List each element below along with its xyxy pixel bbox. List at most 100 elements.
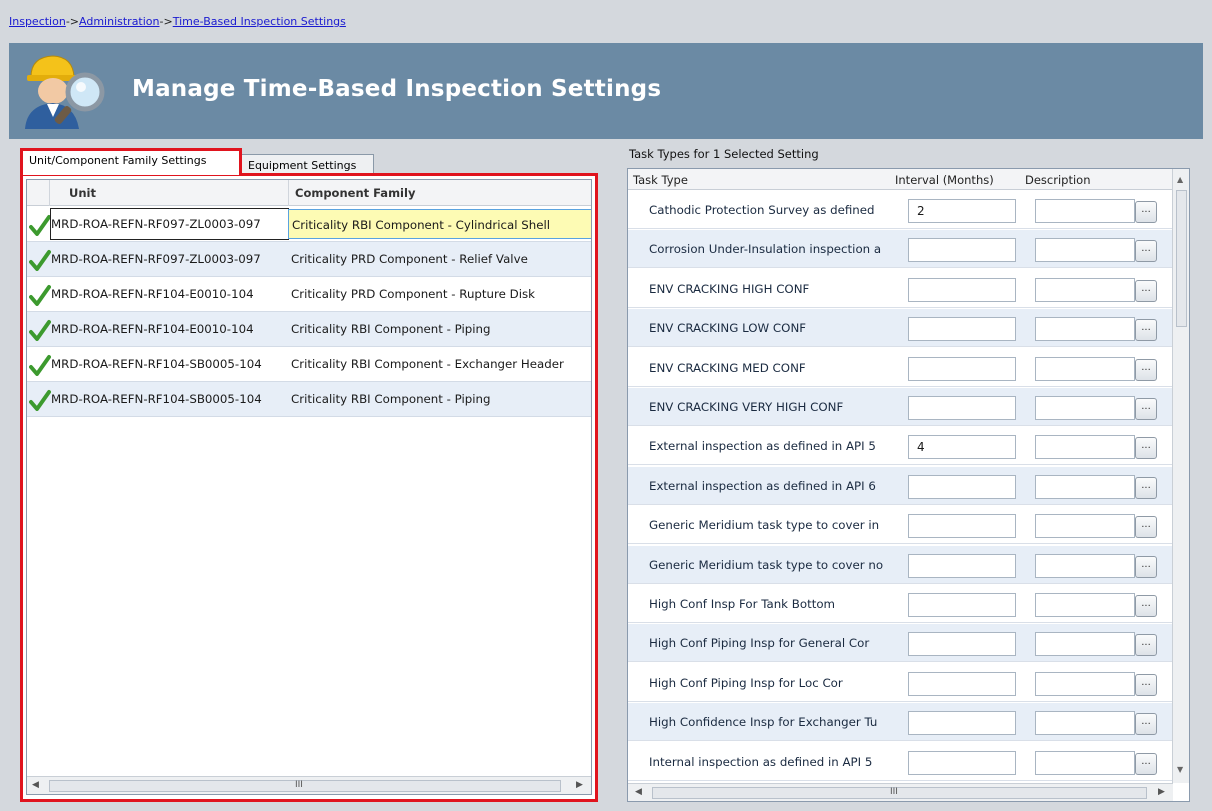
description-input[interactable] [1035,238,1135,263]
table-row[interactable]: MRD-ROA-REFN-RF097-ZL0003-097 Criticality… [27,242,591,277]
scrollbar-thumb[interactable]: III [49,780,561,792]
vertical-scrollbar[interactable]: ▲ ▼ [1172,169,1189,783]
table-row: Cathodic Protection Survey as defined 2..… [628,191,1173,229]
cell-component-family[interactable]: Criticality PRD Component - Relief Valve [288,244,591,274]
breadcrumb-link-administration[interactable]: Administration [79,15,160,28]
table-row[interactable]: MRD-ROA-REFN-RF097-ZL0003-097 Criticality… [27,207,591,242]
interval-input[interactable]: 4 [908,435,1016,460]
table-row[interactable]: MRD-ROA-REFN-RF104-E0010-104 Criticality … [27,277,591,312]
interval-input[interactable] [908,711,1016,736]
cell-unit[interactable]: MRD-ROA-REFN-RF104-E0010-104 [51,314,288,344]
tab-equipment-settings[interactable]: Equipment Settings [241,154,374,174]
interval-input[interactable] [908,750,1016,775]
ellipsis-button[interactable]: ... [1135,358,1157,381]
scroll-down-icon[interactable]: ▼ [1177,765,1183,774]
ellipsis-button[interactable]: ... [1135,752,1157,775]
ellipsis-button[interactable]: ... [1135,634,1157,657]
breadcrumb-link-inspection[interactable]: Inspection [9,15,66,28]
breadcrumb-link-time-based-settings[interactable]: Time-Based Inspection Settings [173,15,346,28]
description-input[interactable] [1035,199,1135,223]
tab-unit-component-family-settings[interactable]: Unit/Component Family Settings [20,148,242,175]
interval-input[interactable] [908,593,1016,617]
unit-family-grid: Unit Component Family MRD-ROA-REFN-RF097… [26,179,592,795]
ellipsis-button[interactable]: ... [1135,319,1157,342]
interval-input[interactable] [908,553,1016,578]
interval-input[interactable] [908,356,1016,381]
ellipsis-button[interactable]: ... [1135,476,1157,499]
task-type-label: ENV CRACKING LOW CONF [649,321,807,336]
scroll-up-icon[interactable]: ▲ [1177,175,1183,184]
table-row: ENV CRACKING HIGH CONF... [628,270,1173,308]
description-input[interactable] [1035,356,1135,381]
checkmark-icon [29,355,51,376]
cell-component-family[interactable]: Criticality RBI Component - Exchanger He… [288,349,591,379]
ellipsis-button[interactable]: ... [1135,713,1157,736]
task-type-label: High Conf Insp For Tank Bottom [649,597,836,611]
description-input[interactable] [1035,671,1135,696]
ellipsis-button[interactable]: ... [1135,437,1157,460]
cell-unit[interactable]: MRD-ROA-REFN-RF097-ZL0003-097 [50,208,289,240]
description-input[interactable] [1035,514,1135,539]
ellipsis-button[interactable]: ... [1135,555,1157,578]
interval-input[interactable] [908,317,1016,342]
interval-input[interactable] [908,671,1016,696]
horizontal-scrollbar[interactable]: ◀ III ▶ [27,776,591,794]
cell-component-family[interactable]: Criticality RBI Component - Piping [288,384,591,414]
ellipsis-button[interactable]: ... [1135,595,1157,617]
task-type-label: Cathodic Protection Survey as defined [649,203,875,217]
interval-input[interactable] [908,632,1016,657]
description-input[interactable] [1035,317,1135,342]
description-input[interactable] [1035,435,1135,460]
column-header-component-family[interactable]: Component Family [295,186,415,200]
interval-input[interactable] [908,396,1016,420]
ellipsis-button[interactable]: ... [1135,201,1157,223]
cell-unit[interactable]: MRD-ROA-REFN-RF097-ZL0003-097 [51,244,288,274]
description-input[interactable] [1035,711,1135,736]
description-input[interactable] [1035,277,1135,302]
scroll-right-icon[interactable]: ▶ [576,780,583,790]
scrollbar-thumb[interactable] [1176,190,1187,327]
interval-input[interactable] [908,277,1016,302]
interval-input[interactable] [908,474,1016,499]
cell-component-family[interactable]: Criticality RBI Component - Piping [288,314,591,344]
scrollbar-thumb[interactable]: III [652,787,1147,799]
ellipsis-button[interactable]: ... [1135,279,1157,302]
ellipsis-button[interactable]: ... [1135,516,1157,539]
interval-input[interactable] [908,514,1016,539]
description-input[interactable] [1035,632,1135,657]
ellipsis-button[interactable]: ... [1135,398,1157,420]
description-input[interactable] [1035,396,1135,420]
column-header-interval[interactable]: Interval (Months) [895,173,994,187]
ellipsis-button[interactable]: ... [1135,240,1157,263]
ellipsis-button[interactable]: ... [1135,673,1157,696]
description-input[interactable] [1035,553,1135,578]
cell-unit[interactable]: MRD-ROA-REFN-RF104-SB0005-104 [51,349,288,379]
table-row[interactable]: MRD-ROA-REFN-RF104-E0010-104 Criticality … [27,312,591,347]
scroll-left-icon[interactable]: ◀ [32,780,39,790]
cell-component-family[interactable]: Criticality PRD Component - Rupture Disk [288,279,591,309]
table-row[interactable]: MRD-ROA-REFN-RF104-SB0005-104 Criticality… [27,347,591,382]
table-row: Internal inspection as defined in API 5.… [628,743,1173,781]
horizontal-scrollbar[interactable]: ◀ III ▶ [628,783,1173,801]
task-type-label: High Confidence Insp for Exchanger Tu [649,715,878,730]
interval-input[interactable]: 2 [908,199,1016,223]
cell-unit[interactable]: MRD-ROA-REFN-RF104-SB0005-104 [51,384,288,414]
cell-unit[interactable]: MRD-ROA-REFN-RF104-E0010-104 [51,279,288,309]
column-header-task-type[interactable]: Task Type [633,173,688,187]
cell-component-family[interactable]: Criticality RBI Component - Cylindrical … [288,209,591,239]
page-header: Manage Time-Based Inspection Settings [9,43,1203,139]
description-input[interactable] [1035,750,1135,775]
checkmark-icon [29,390,51,411]
task-type-label: High Conf Piping Insp for Loc Cor [649,675,843,690]
interval-input[interactable] [908,238,1016,263]
description-input[interactable] [1035,593,1135,617]
table-row: ENV CRACKING LOW CONF... [628,309,1173,348]
column-header-description[interactable]: Description [1025,173,1091,187]
scroll-left-icon[interactable]: ◀ [635,787,642,797]
scroll-right-icon[interactable]: ▶ [1158,787,1165,797]
task-type-label: ENV CRACKING MED CONF [649,360,806,375]
description-input[interactable] [1035,474,1135,499]
table-row[interactable]: MRD-ROA-REFN-RF104-SB0005-104 Criticality… [27,382,591,417]
column-header-unit[interactable]: Unit [69,186,96,200]
table-row: External inspection as defined in API 5 4… [628,427,1173,466]
